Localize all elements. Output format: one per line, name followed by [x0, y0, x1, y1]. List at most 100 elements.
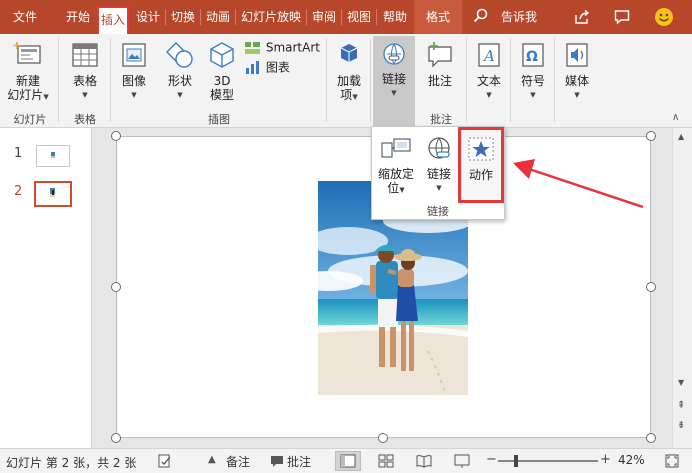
text-box-icon: A [478, 43, 500, 67]
media-button[interactable]: 媒体 ▼ [558, 40, 596, 102]
tab-insert[interactable]: 插入 [97, 6, 129, 34]
red-arrow-annotation [513, 159, 644, 209]
shape-button[interactable]: 形状 ▼ [160, 40, 200, 102]
link-label: 链接 [381, 72, 406, 86]
3d-label: 3D [213, 74, 231, 88]
previous-slide-icon[interactable]: ⇞ [677, 400, 685, 411]
svg-text:A: A [482, 47, 495, 65]
resize-handle[interactable] [646, 282, 656, 292]
slide-number: 2 [14, 184, 23, 199]
notes-arrow-icon: ▲ [208, 454, 216, 465]
fit-to-window-icon[interactable] [664, 453, 680, 472]
symbol-label: 符号 [520, 74, 545, 88]
slide-count-text: 幻灯片 第 2 张，共 2 张 [6, 456, 137, 470]
addin-label2-text: 项 [340, 88, 353, 102]
zoom-out-icon[interactable]: − [486, 452, 497, 467]
shape-icon [166, 42, 193, 68]
scroll-down-icon[interactable]: ▼ [678, 378, 684, 387]
comment-button[interactable]: 批注 [420, 40, 460, 88]
new-slide-label: 新建 [15, 74, 40, 88]
search-icon[interactable] [473, 8, 489, 27]
slide-number: 1 [14, 146, 23, 161]
resize-handle[interactable] [111, 131, 121, 141]
tell-me-label[interactable]: 告诉我 [497, 0, 541, 34]
group-label-illustrations: 插图 [208, 113, 230, 126]
link-dropdown-panel: 缩放定 位▼ 链接 ▼ 动作 链接 [371, 126, 505, 220]
zoom-icon [381, 138, 411, 158]
3d-model-button[interactable]: 3D 模型 [204, 40, 240, 102]
zoom-button[interactable]: 缩放定 位▼ [376, 135, 416, 197]
chevron-down-icon: ▼ [486, 91, 492, 99]
addin-icon [340, 44, 358, 62]
tab-help[interactable]: 帮助 [379, 0, 411, 34]
action-label: 动作 [468, 168, 493, 182]
symbol-button[interactable]: Ω 符号 ▼ [514, 40, 552, 102]
hyperlink-button[interactable]: 链接 ▼ [420, 135, 458, 195]
chevron-down-icon: ▼ [43, 93, 49, 101]
tab-design[interactable]: 设计 [133, 0, 163, 34]
resize-handle[interactable] [646, 131, 656, 141]
chevron-down-icon: ▼ [399, 186, 405, 194]
add-comment-icon [428, 42, 452, 68]
scroll-up-icon[interactable]: ▲ [678, 132, 684, 141]
zoom-slider[interactable] [498, 460, 598, 462]
slideshow-view-icon[interactable] [454, 453, 470, 472]
slide-thumbnail-1[interactable] [36, 145, 70, 167]
zoom-slider-thumb[interactable] [514, 455, 518, 467]
action-button[interactable]: 动作 [458, 127, 504, 203]
text-button[interactable]: A 文本 ▼ [470, 40, 508, 102]
group-label-tables: 表格 [74, 113, 96, 126]
chart-button[interactable]: 图表 [244, 60, 320, 76]
tab-file[interactable]: 文件 [8, 0, 42, 34]
group-label-slides: 幻灯片 [13, 113, 47, 126]
new-slide-icon [13, 42, 41, 64]
comment-status-icon [270, 454, 284, 471]
tab-format[interactable]: 格式 [414, 0, 462, 34]
slide-thumbnail-panel: 1 2 [0, 128, 92, 448]
zoom-in-icon[interactable]: + [600, 452, 611, 467]
notes-button[interactable]: 备注 [226, 453, 250, 470]
smartart-icon [245, 42, 260, 54]
image-button[interactable]: 图像 ▼ [114, 40, 154, 102]
resize-handle[interactable] [111, 433, 121, 443]
media-label: 媒体 [564, 74, 589, 88]
tab-transitions[interactable]: 切换 [168, 0, 198, 34]
comment-label: 批注 [427, 74, 452, 88]
addins-button[interactable]: 加载 项▼ [330, 40, 368, 104]
globe-link-icon [428, 137, 450, 159]
spell-check-icon[interactable] [158, 454, 172, 471]
link-button[interactable]: 链接 ▼ [373, 36, 415, 126]
smartart-label: SmartArt [265, 40, 320, 55]
collapse-ribbon-icon[interactable]: ∧ [672, 112, 679, 123]
comments-button[interactable]: 批注 [287, 453, 311, 470]
reading-view-icon[interactable] [416, 453, 432, 472]
star-action-icon [468, 137, 494, 161]
image-icon [122, 43, 146, 67]
smiley-feedback-icon[interactable] [654, 7, 674, 30]
zoom-label: 缩放定 [377, 167, 414, 181]
zoom-level[interactable]: 42% [618, 453, 645, 467]
slide-thumbnail-2[interactable] [34, 181, 72, 207]
resize-handle[interactable] [111, 282, 121, 292]
tab-home[interactable]: 开始 [62, 0, 94, 34]
new-slide-button[interactable]: 新建 幻灯片▼ [4, 40, 52, 104]
zoom-label2: 位▼ [376, 181, 416, 197]
resize-handle[interactable] [378, 433, 388, 443]
ribbon-insert-panel: 新建 幻灯片▼ 幻灯片 表格 ▼ 表格 图像 ▼ 形状 ▼ 3D 模型 Smar… [0, 34, 692, 128]
zoom-label2-text: 位 [387, 181, 400, 195]
table-button[interactable]: 表格 ▼ [62, 40, 108, 102]
vertical-scrollbar[interactable]: ▲ ▼ ⇞ ⇟ [672, 128, 692, 448]
slide-sorter-view-icon[interactable] [378, 453, 394, 472]
tab-animations[interactable]: 动画 [203, 0, 233, 34]
table-icon [72, 43, 98, 67]
tab-review[interactable]: 审阅 [309, 0, 339, 34]
tab-slideshow[interactable]: 幻灯片放映 [238, 0, 304, 34]
smartart-button[interactable]: SmartArt [244, 40, 320, 56]
resize-handle[interactable] [646, 433, 656, 443]
share-icon[interactable] [574, 9, 590, 28]
tab-view[interactable]: 视图 [344, 0, 374, 34]
svg-text:Ω: Ω [526, 49, 538, 65]
next-slide-icon[interactable]: ⇟ [677, 420, 685, 431]
comments-pane-icon[interactable] [614, 9, 630, 28]
normal-view-button[interactable] [335, 451, 361, 471]
